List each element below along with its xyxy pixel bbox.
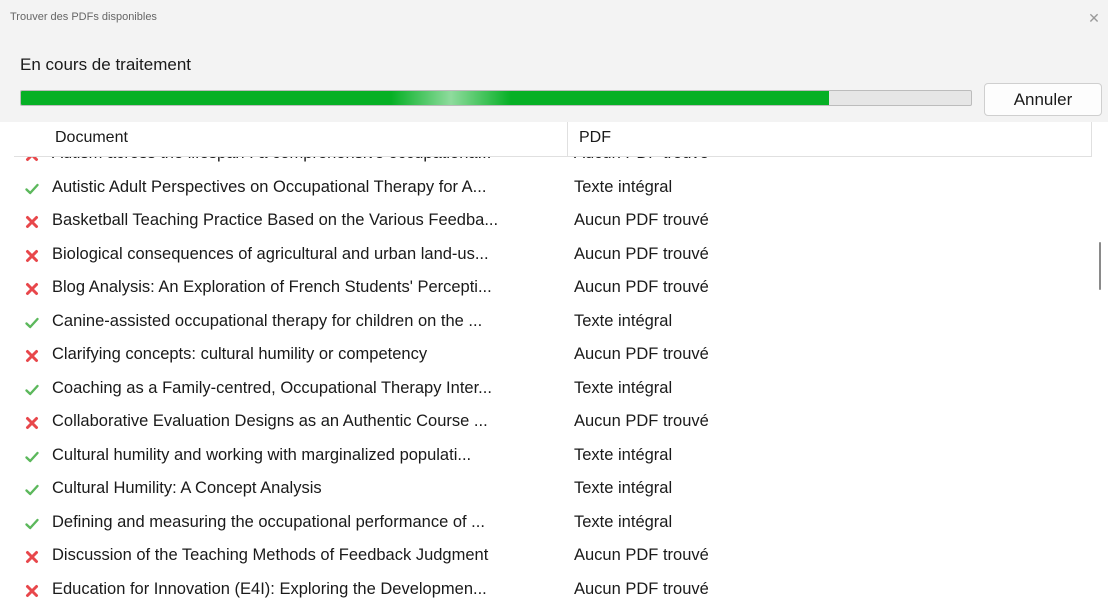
document-cell: Blog Analysis: An Exploration of French … <box>52 278 492 296</box>
document-cell: Education for Innovation (E4I): Explorin… <box>52 579 487 598</box>
document-cell: Cultural humility and working with margi… <box>52 445 472 464</box>
find-pdfs-dialog: Trouver des PDFs disponibles ✕ En cours … <box>0 0 1108 614</box>
table-row[interactable]: Education for Innovation (E4I): Explorin… <box>14 574 1092 608</box>
cross-icon <box>23 347 41 365</box>
document-cell: Autism across the lifespan : a comprehen… <box>52 156 570 163</box>
check-icon <box>23 481 41 499</box>
column-divider[interactable] <box>567 122 568 156</box>
document-cell: Basketball Teaching Practice Based on th… <box>52 211 499 229</box>
pdf-status-cell: Aucun PDF trouvé <box>574 345 709 363</box>
cross-icon <box>23 156 41 164</box>
table-row[interactable]: Autistic Adult Perspectives on Occupatio… <box>14 172 1092 206</box>
document-cell: Autistic Adult Perspectives on Occupatio… <box>52 177 487 196</box>
pdf-status-cell: Aucun PDF trouvé <box>574 412 709 430</box>
table-row[interactable]: Coaching as a Family-centred, Occupation… <box>14 373 1092 407</box>
cross-icon <box>23 247 41 265</box>
pdf-status-cell: Aucun PDF trouvé <box>574 244 709 263</box>
table-row[interactable]: Biological consequences of agricultural … <box>14 239 1092 273</box>
progress-shine <box>391 91 511 105</box>
status-label: En cours de traitement <box>20 55 192 74</box>
document-cell: Collaborative Evaluation Designs as an A… <box>52 412 488 430</box>
check-icon <box>23 381 41 399</box>
title-bar: Trouver des PDFs disponibles ✕ <box>0 0 1108 40</box>
check-icon <box>23 448 41 466</box>
pdf-status-cell: Aucun PDF trouvé <box>574 278 709 296</box>
document-cell: Discussion of the Teaching Methods of Fe… <box>52 546 489 564</box>
table-row[interactable]: Discussion of the Teaching Methods of Fe… <box>14 540 1092 574</box>
table-row[interactable]: Cultural Humility: A Concept Analysis Tex… <box>14 473 1092 507</box>
document-cell: Clarifying concepts: cultural humility o… <box>52 345 428 363</box>
cross-icon <box>23 414 41 432</box>
cross-icon <box>23 548 41 566</box>
check-icon <box>23 180 41 198</box>
close-icon[interactable]: ✕ <box>1084 8 1104 28</box>
table-rows: Autism across the lifespan : a comprehen… <box>14 156 1092 607</box>
pdf-status-cell: Texte intégral <box>574 311 673 330</box>
table-row[interactable]: Collaborative Evaluation Designs as an A… <box>14 406 1092 440</box>
scrollbar-thumb[interactable] <box>1099 242 1101 290</box>
table-row[interactable]: Cultural humility and working with margi… <box>14 440 1092 474</box>
pdf-status-cell: Texte intégral <box>574 479 673 497</box>
table-row[interactable]: Canine-assisted occupational therapy for… <box>14 306 1092 340</box>
pdf-status-cell: Aucun PDF trouvé <box>574 579 709 598</box>
pdf-status-cell: Aucun PDF trouvé <box>574 546 709 564</box>
check-icon <box>23 314 41 332</box>
document-cell: Defining and measuring the occupational … <box>52 512 485 531</box>
column-header-pdf[interactable]: PDF <box>579 129 611 147</box>
table-row[interactable]: Basketball Teaching Practice Based on th… <box>14 205 1092 239</box>
pdf-status-cell: Aucun PDF trouvé <box>574 211 709 229</box>
document-cell: Canine-assisted occupational therapy for… <box>52 311 483 330</box>
pdf-status-cell: Texte intégral <box>574 177 673 196</box>
column-header-document[interactable]: Document <box>55 129 128 147</box>
cross-icon <box>23 213 41 231</box>
document-cell: Biological consequences of agricultural … <box>52 244 489 263</box>
pdf-status-cell: Texte intégral <box>574 445 673 464</box>
table-row[interactable]: Defining and measuring the occupational … <box>14 507 1092 541</box>
window-title: Trouver des PDFs disponibles <box>10 11 157 23</box>
progress-area: En cours de traitement Annuler <box>0 40 1108 122</box>
cross-icon <box>23 582 41 600</box>
cancel-button[interactable]: Annuler <box>984 83 1102 116</box>
pdf-status-cell: Texte intégral <box>574 512 673 531</box>
table-body: Autism across the lifespan : a comprehen… <box>14 156 1092 614</box>
results-table: Document PDF Autism across the lifespan … <box>14 122 1108 614</box>
progress-fill <box>21 91 829 105</box>
document-cell: Cultural Humility: A Concept Analysis <box>52 479 322 497</box>
table-row[interactable]: Autism across the lifespan : a comprehen… <box>14 156 1092 172</box>
pdf-status-cell: Aucun PDF trouvé <box>574 156 709 163</box>
document-cell: Coaching as a Family-centred, Occupation… <box>52 378 492 397</box>
progress-bar <box>20 90 972 106</box>
table-row[interactable]: Blog Analysis: An Exploration of French … <box>14 272 1092 306</box>
column-divider[interactable] <box>1091 122 1092 156</box>
pdf-status-cell: Texte intégral <box>574 378 673 397</box>
cross-icon <box>23 280 41 298</box>
vertical-scrollbar[interactable] <box>1092 122 1108 614</box>
table-row[interactable]: Clarifying concepts: cultural humility o… <box>14 339 1092 373</box>
check-icon <box>23 515 41 533</box>
table-header: Document PDF <box>14 122 1092 157</box>
